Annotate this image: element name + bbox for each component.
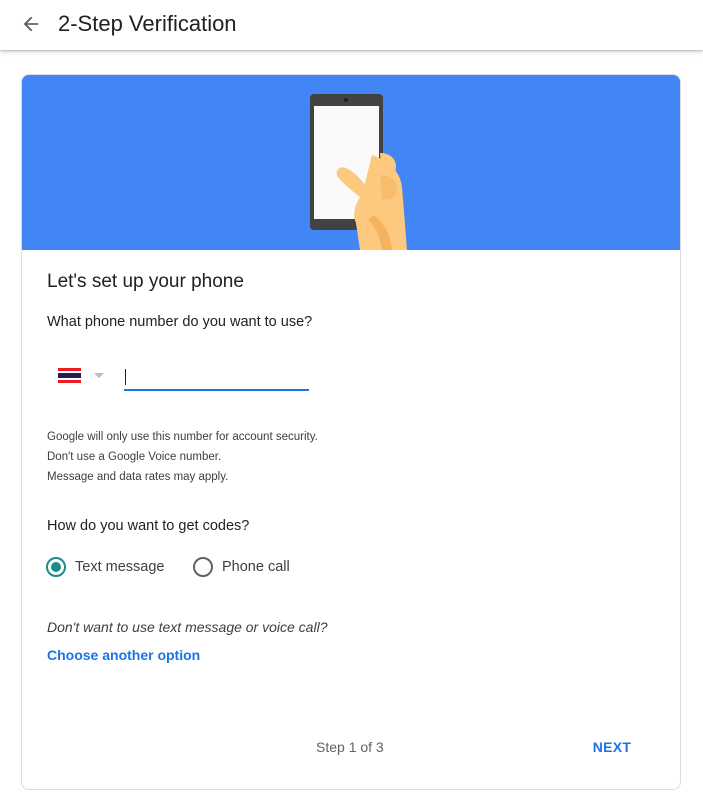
banner bbox=[22, 75, 680, 250]
step-indicator: Step 1 of 3 bbox=[316, 739, 384, 755]
alternative-question: Don't want to use text message or voice … bbox=[47, 619, 328, 635]
info-line: Message and data rates may apply. bbox=[47, 471, 229, 483]
hand-holding-phone-illustration bbox=[310, 94, 407, 250]
radio-label: Phone call bbox=[222, 559, 290, 575]
radio-dot bbox=[51, 562, 61, 572]
phone-number-input[interactable] bbox=[124, 365, 309, 391]
radio-phone-call[interactable]: Phone call bbox=[193, 555, 290, 579]
next-button[interactable]: NEXT bbox=[582, 729, 642, 765]
page-title: 2-Step Verification bbox=[58, 11, 237, 36]
radio-label: Text message bbox=[75, 559, 165, 575]
arrow-back-icon bbox=[23, 16, 39, 32]
setup-card: Let's set up your phone What phone numbe… bbox=[21, 74, 681, 790]
text-cursor bbox=[125, 369, 126, 385]
thailand-flag-icon bbox=[58, 368, 81, 384]
info-line: Google will only use this number for acc… bbox=[47, 431, 318, 443]
back-button[interactable] bbox=[12, 5, 50, 43]
info-line: Don't use a Google Voice number. bbox=[47, 451, 222, 463]
phone-info: Google will only use this number for acc… bbox=[47, 427, 318, 487]
choose-another-option-link[interactable]: Choose another option bbox=[47, 645, 200, 665]
dropdown-arrow-icon bbox=[94, 373, 104, 378]
codes-question: How do you want to get codes? bbox=[47, 518, 250, 534]
app-bar: 2-Step Verification bbox=[0, 0, 703, 50]
phone-question: What phone number do you want to use? bbox=[47, 314, 313, 330]
radio-checked-icon[interactable] bbox=[46, 557, 66, 577]
country-select[interactable] bbox=[52, 363, 112, 391]
radio-unchecked-icon[interactable] bbox=[193, 557, 213, 577]
radio-text-message[interactable]: Text message bbox=[46, 555, 164, 579]
setup-heading: Let's set up your phone bbox=[47, 271, 244, 292]
